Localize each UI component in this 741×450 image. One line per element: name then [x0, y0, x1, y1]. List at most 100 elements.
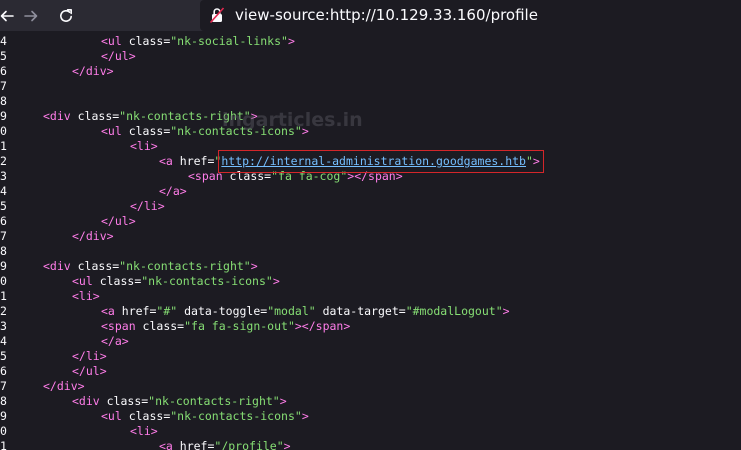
code-tag: </div>: [72, 64, 114, 78]
code-tag: <ul: [101, 409, 129, 423]
code-attribute: class=: [99, 274, 142, 288]
code-tag: </a>: [101, 334, 129, 348]
line-code: <ul class="nk-social-links">: [101, 34, 295, 49]
code-tag: >: [272, 274, 280, 288]
line-code: </div>: [43, 379, 85, 394]
line-code: <div class="nk-contacts-right">: [43, 259, 258, 274]
url-text[interactable]: view-source:http://10.129.33.160/profile: [235, 6, 538, 24]
code-attribute: class=: [77, 109, 120, 123]
code-tag: >: [502, 304, 510, 318]
code-attribute: data-toggle=: [177, 304, 268, 318]
forward-arrow-icon: [24, 10, 38, 22]
code-tag: <div: [43, 109, 78, 123]
line-code: </a>: [101, 334, 129, 349]
line-code: <li>: [72, 289, 100, 304]
line-code: <div class="nk-contacts-right">: [72, 394, 287, 409]
line-number: 4: [0, 184, 7, 198]
code-attribute: data-target=: [315, 304, 406, 318]
line-number: 3: [0, 319, 7, 333]
line-number: 1: [0, 139, 7, 153]
code-tag: <a: [159, 439, 180, 450]
line-number: 4: [0, 34, 7, 48]
page-source-view: 4 <ul class="nk-social-links"> 5 </ul> 6 </di…: [0, 31, 741, 450]
back-button[interactable]: [0, 5, 18, 27]
line-number: 5: [0, 349, 7, 363]
code-value: "fa fa-sign-out": [184, 319, 295, 333]
code-tag: <a: [159, 154, 180, 168]
source-line: 6 </ul>: [0, 214, 741, 229]
line-number: 7: [0, 229, 7, 243]
watermark: ingarticles.in: [222, 109, 363, 131]
source-line: 6 </ul>: [0, 364, 741, 379]
source-line: 5 </li>: [0, 199, 741, 214]
code-attribute: class=: [128, 34, 171, 48]
code-attribute: class=: [128, 409, 171, 423]
code-value: "nk-contacts-right": [119, 259, 251, 273]
code-tag: <ul: [101, 124, 129, 138]
source-line: 5 </ul>: [0, 49, 741, 64]
line-number: 8: [0, 394, 7, 408]
source-line: 9 <div class="nk-contacts-right">: [0, 109, 741, 124]
code-tag: <div: [72, 394, 107, 408]
line-code: <ul class="nk-contacts-icons">: [101, 409, 309, 424]
source-line: 5 </li>: [0, 349, 741, 364]
line-number: 2: [0, 304, 7, 318]
source-line: 8: [0, 94, 741, 109]
code-tag: >: [250, 259, 258, 273]
source-line: 1 <li>: [0, 289, 741, 304]
code-tag: </div>: [43, 379, 85, 393]
url-bar[interactable]: view-source:http://10.129.33.160/profile: [200, 0, 741, 31]
code-tag: </ul>: [101, 214, 136, 228]
line-code: </div>: [72, 64, 114, 79]
code-tag: <ul: [101, 34, 129, 48]
line-code: <a href="/profile">: [159, 439, 291, 450]
line-number: 6: [0, 214, 7, 228]
code-tag: >: [301, 409, 309, 423]
url-highlight-box: [218, 150, 544, 173]
code-attribute: class=: [106, 394, 149, 408]
line-number: 1: [0, 289, 7, 303]
code-tag: </li>: [72, 349, 107, 363]
source-line: 8 <div class="nk-contacts-right">: [0, 394, 741, 409]
code-tag: <li>: [130, 139, 158, 153]
code-tag: </li>: [130, 199, 165, 213]
source-line: 4 </a>: [0, 184, 741, 199]
source-line: 4 </a>: [0, 334, 741, 349]
browser-toolbar: view-source:http://10.129.33.160/profile: [0, 0, 741, 31]
source-line: 8: [0, 244, 741, 259]
line-code: <li>: [130, 139, 158, 154]
line-number: 9: [0, 259, 7, 273]
code-value: "nk-contacts-icons": [141, 274, 273, 288]
source-line: 7 </div>: [0, 229, 741, 244]
code-value: "nk-contacts-right": [148, 394, 280, 408]
line-number: 8: [0, 244, 7, 258]
source-line: 9 <ul class="nk-contacts-icons">: [0, 409, 741, 424]
line-number: 6: [0, 64, 7, 78]
line-code: <a href="#" data-toggle="modal" data-tar…: [101, 304, 510, 319]
line-number: 9: [0, 109, 7, 123]
code-attribute: class=: [77, 259, 120, 273]
line-number: 5: [0, 49, 7, 63]
lock-icon[interactable]: [209, 7, 225, 28]
line-number: 8: [0, 94, 7, 108]
source-line: 0 <ul class="nk-contacts-icons">: [0, 274, 741, 289]
code-tag: </a>: [159, 184, 187, 198]
line-number: 0: [0, 274, 7, 288]
line-code: </ul>: [101, 214, 136, 229]
line-code: </li>: [72, 349, 107, 364]
line-code: <ul class="nk-contacts-icons">: [72, 274, 280, 289]
line-number: 7: [0, 79, 7, 93]
reload-icon: [60, 9, 72, 22]
code-tag: </ul>: [101, 49, 136, 63]
code-attribute: href=: [179, 154, 215, 168]
source-line: 9 <div class="nk-contacts-right">: [0, 259, 741, 274]
code-tag: <ul: [72, 274, 100, 288]
code-value: "#": [156, 304, 178, 318]
back-arrow-icon: [0, 10, 14, 22]
line-number: 4: [0, 334, 7, 348]
code-tag: <div: [43, 259, 78, 273]
code-attribute: class=: [142, 319, 185, 333]
forward-button[interactable]: [20, 5, 42, 27]
reload-button[interactable]: [55, 5, 77, 27]
source-line: 6 </div>: [0, 64, 741, 79]
